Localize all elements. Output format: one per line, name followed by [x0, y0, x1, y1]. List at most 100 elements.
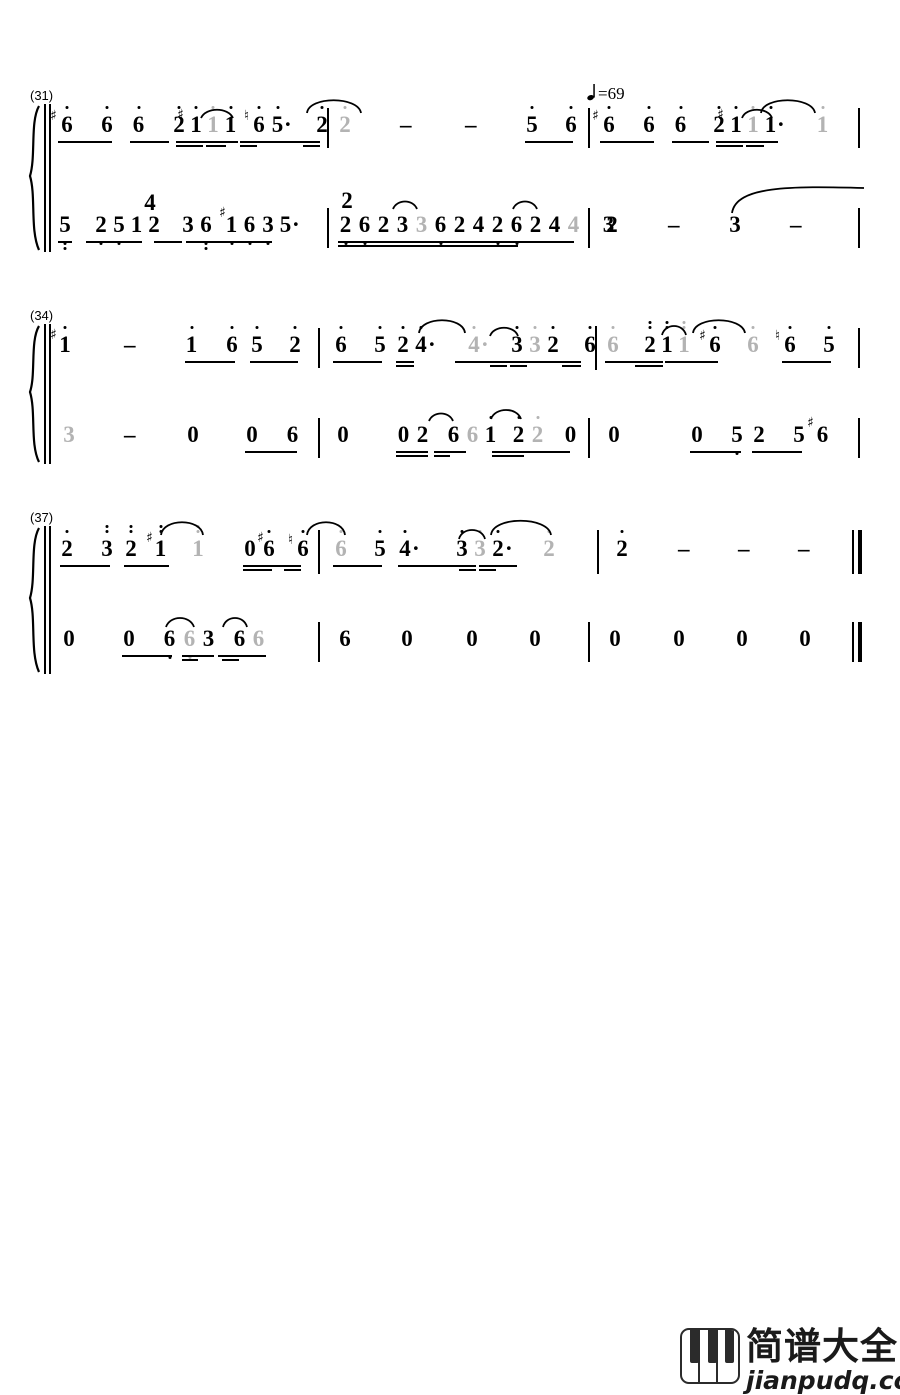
rest: 0	[244, 536, 256, 561]
note: 6	[224, 326, 240, 358]
natural-icon: ♮	[244, 108, 250, 124]
octave-dot-up	[230, 326, 234, 329]
beam-line-2	[510, 365, 527, 367]
watermark-site-url: jianpudq.com	[746, 1366, 900, 1395]
octave-dot-up	[194, 106, 198, 109]
note: 2	[124, 525, 138, 562]
rest: 0	[466, 626, 478, 651]
note: 5	[373, 530, 387, 562]
note: 3	[100, 525, 114, 562]
octave-dot-up	[607, 106, 611, 109]
barline	[588, 108, 590, 148]
beam-line	[398, 565, 476, 567]
natural-icon: ♮	[288, 532, 294, 548]
octave-dot-up	[339, 326, 343, 329]
barline	[318, 328, 320, 368]
note-group: 5 6	[525, 106, 579, 138]
tie-arc	[222, 614, 248, 628]
octave-dot-up	[530, 106, 534, 109]
note: ♯ 6	[50, 106, 73, 137]
note: 3	[202, 626, 215, 651]
note-group: ♯ 6 6	[592, 106, 658, 138]
note-group: ♮ 6 5	[775, 326, 836, 358]
beam-line	[782, 361, 831, 363]
octave-dot-up	[551, 326, 555, 329]
hold-dash: –	[798, 536, 810, 561]
final-barline-thin	[852, 530, 854, 574]
note: 6	[563, 106, 579, 138]
sharp-icon: ♯	[50, 327, 57, 343]
beam-line	[525, 141, 573, 143]
measure-number-34: (34)	[30, 308, 54, 323]
hold-dash: –	[400, 112, 412, 137]
beam-line	[665, 361, 718, 363]
beam-line-2	[459, 569, 476, 571]
tie-arc	[306, 94, 362, 114]
tie-arc	[418, 314, 466, 334]
note-tied: 6	[745, 326, 761, 358]
note-tied: 1	[816, 106, 829, 138]
note-group: 0 6	[122, 626, 177, 659]
note: 5	[822, 326, 836, 358]
note-group: 0	[798, 626, 812, 652]
natural-icon: ♮	[775, 328, 781, 344]
tie-arc	[458, 526, 486, 540]
watermark-site-name-cn: 简谱大全	[746, 1325, 898, 1368]
note-group: 2 3	[60, 525, 114, 562]
rest: 0	[123, 626, 135, 651]
beam-line-2	[716, 145, 743, 147]
note: ♯ 6	[257, 530, 275, 561]
note: ♮ 6	[244, 106, 265, 137]
beam-line	[130, 141, 169, 143]
tie-arc	[165, 614, 195, 628]
octave-dot-up	[65, 106, 69, 109]
treble-row-3: 2 3 2 ♯ 1 1 0 ♯ 6 ♮ 6 6 5 4· 3 3 2· 2 2 …	[0, 519, 900, 596]
tie-arc	[760, 94, 816, 114]
beam-line	[58, 141, 112, 143]
note: ♯ 2	[173, 106, 185, 137]
beam-line	[176, 141, 238, 143]
note: 4	[398, 530, 412, 562]
beam-line-2	[635, 365, 663, 367]
site-watermark: 简谱大全 jianpudq.com	[680, 1328, 900, 1393]
octave-dot-up	[105, 530, 109, 533]
sharp-icon: ♯	[50, 108, 57, 124]
beam-line	[250, 361, 298, 363]
note: ♯ 2	[713, 106, 725, 137]
octave-dot-up	[105, 525, 109, 528]
beam-line	[396, 361, 414, 363]
note-group: 2	[615, 530, 629, 562]
beam-line-2	[562, 365, 581, 367]
beam-line-2	[182, 659, 198, 661]
note-group: 6	[338, 626, 352, 652]
hold-dash: –	[124, 332, 136, 357]
beam-line-2	[222, 659, 239, 661]
note: 5	[373, 326, 387, 358]
barline	[318, 622, 320, 662]
octave-dot-up	[679, 106, 682, 109]
note-group: ♯ 6 6	[50, 106, 116, 138]
barline	[588, 622, 590, 662]
tie-arc	[200, 106, 234, 120]
augmentation-dot: ·	[481, 332, 489, 357]
note-tied: 6	[333, 530, 349, 562]
note: 2	[615, 530, 629, 562]
tie-arc	[692, 314, 746, 334]
beam-line-2	[243, 569, 272, 571]
bass-row-3: 0 0 6 6 3 6 6 6 0 0 0 0 0 0 0	[0, 617, 900, 686]
final-barline-thick	[858, 622, 862, 662]
hold-dash: –	[678, 536, 690, 561]
note-tied: 6	[605, 326, 621, 358]
tempo-value: =69	[598, 84, 625, 103]
beam-line	[60, 565, 110, 567]
beam-line	[240, 141, 320, 143]
note-group: 0 ♯ 6 ♮ 6	[243, 530, 311, 562]
octave-dot-up	[137, 106, 140, 109]
octave-dot-up	[648, 321, 652, 324]
note: ♯ 6	[592, 106, 615, 137]
octave-dot-up	[827, 326, 831, 329]
note-tied: 2	[338, 106, 352, 138]
note-group: 2 ♯ 1 1	[124, 525, 205, 562]
octave-dot-up	[378, 530, 382, 533]
octave-dot-up	[255, 326, 259, 329]
